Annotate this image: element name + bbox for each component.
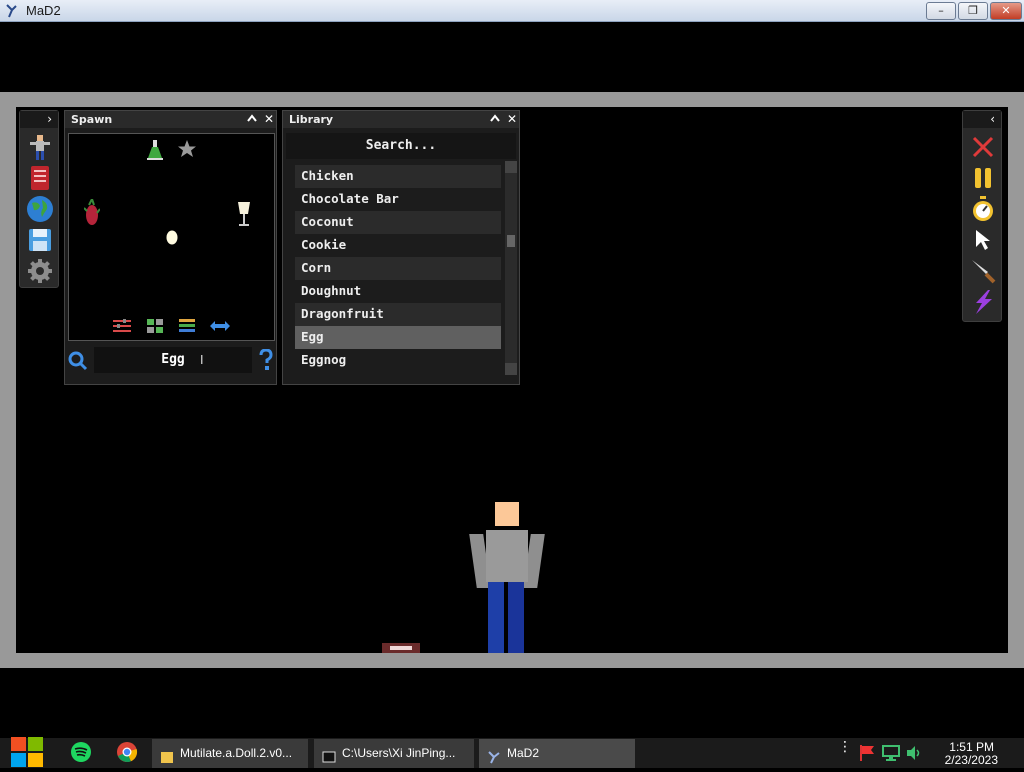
clock-date[interactable]: 2/23/2023 bbox=[930, 753, 998, 767]
star-icon[interactable] bbox=[177, 139, 197, 159]
left-tool-strip: › bbox=[19, 110, 59, 288]
clock-time[interactable]: 1:51 PM bbox=[930, 740, 994, 754]
list-item[interactable]: Eggnog bbox=[295, 349, 501, 372]
list-item[interactable]: Doughnut bbox=[295, 280, 501, 303]
dragonfruit-icon[interactable] bbox=[83, 198, 101, 228]
book-icon[interactable] bbox=[26, 164, 54, 192]
left-strip-toggle[interactable]: › bbox=[20, 111, 58, 128]
library-scrollbar[interactable] bbox=[505, 161, 517, 375]
library-search-input[interactable]: Search... bbox=[286, 133, 516, 159]
flask-icon[interactable] bbox=[146, 139, 164, 161]
volume-icon[interactable] bbox=[905, 744, 923, 762]
mad2-task-icon bbox=[487, 746, 501, 764]
selected-item-name[interactable]: Egg bbox=[94, 347, 252, 373]
help-icon[interactable] bbox=[258, 348, 274, 375]
right-strip-toggle[interactable]: ‹ bbox=[963, 111, 1001, 128]
task-mad2[interactable]: MaD2 bbox=[479, 739, 635, 768]
library-panel-title: Library bbox=[289, 113, 334, 126]
knife-icon[interactable] bbox=[969, 257, 997, 285]
sliders-icon[interactable] bbox=[113, 318, 131, 334]
scroll-up-arrow[interactable] bbox=[505, 161, 517, 173]
ragdoll-torso[interactable] bbox=[486, 530, 528, 582]
chocolate-bar-object[interactable] bbox=[382, 643, 420, 653]
list-item-selected[interactable]: Egg bbox=[295, 326, 501, 349]
chrome-icon[interactable] bbox=[116, 741, 138, 763]
library-panel-header[interactable]: Library ✕ bbox=[283, 111, 519, 128]
window-titlebar: MaD2 – ❐ ✕ bbox=[0, 0, 1024, 22]
ragdoll-head[interactable] bbox=[495, 502, 519, 526]
terminal-icon bbox=[322, 746, 336, 763]
globe-icon[interactable] bbox=[26, 195, 54, 223]
list-item[interactable]: Dragonfruit bbox=[295, 303, 501, 326]
task-terminal[interactable]: C:\Users\Xi JinPing... bbox=[314, 739, 474, 768]
ragdoll-left-leg[interactable] bbox=[488, 582, 504, 653]
stopwatch-icon[interactable] bbox=[969, 195, 997, 223]
minimize-button[interactable]: – bbox=[926, 2, 956, 20]
flag-icon[interactable] bbox=[858, 744, 876, 762]
spawn-collapse-icon[interactable] bbox=[244, 111, 260, 128]
network-icon[interactable] bbox=[882, 744, 900, 762]
library-collapse-icon[interactable] bbox=[487, 111, 503, 128]
list-item[interactable]: Corn bbox=[295, 257, 501, 280]
lightning-icon[interactable] bbox=[969, 288, 997, 316]
library-panel: Library ✕ Search... Chicken Chocolate Ba… bbox=[282, 110, 520, 385]
close-window-button[interactable]: ✕ bbox=[990, 2, 1022, 20]
spawn-panel-title: Spawn bbox=[71, 113, 113, 126]
task-folder[interactable]: Mutilate.a.Doll.2.v0... bbox=[152, 739, 308, 768]
gear-icon[interactable] bbox=[26, 257, 54, 285]
tray-overflow-icon[interactable]: ⋮ bbox=[838, 740, 852, 754]
ragdoll-right-leg[interactable] bbox=[508, 582, 524, 653]
folder-icon bbox=[160, 746, 174, 763]
swap-arrows-icon[interactable] bbox=[209, 318, 231, 334]
spotify-icon[interactable] bbox=[70, 741, 92, 763]
spawn-name-bar: Egg I bbox=[68, 347, 275, 377]
cursor-icon[interactable] bbox=[969, 226, 997, 254]
list-item[interactable]: Chicken bbox=[295, 165, 501, 188]
magnifier-icon[interactable] bbox=[68, 351, 88, 375]
egg-icon[interactable] bbox=[165, 228, 179, 246]
spawn-panel: Spawn ✕ Egg I bbox=[64, 110, 277, 385]
scroll-down-arrow[interactable] bbox=[505, 363, 517, 375]
mad2-app-icon bbox=[4, 3, 18, 19]
list-item[interactable]: Cookie bbox=[295, 234, 501, 257]
stack-icon[interactable] bbox=[178, 318, 196, 334]
spawn-preview[interactable] bbox=[68, 133, 275, 341]
eggnog-glass-icon[interactable] bbox=[237, 200, 251, 228]
grid-icon[interactable] bbox=[146, 318, 164, 334]
maximize-button[interactable]: ❐ bbox=[958, 2, 988, 20]
spawn-panel-header[interactable]: Spawn ✕ bbox=[65, 111, 276, 128]
list-item[interactable]: Chocolate Bar bbox=[295, 188, 501, 211]
windows-start-icon[interactable] bbox=[10, 736, 44, 768]
scrollbar-thumb[interactable] bbox=[507, 235, 515, 247]
list-item[interactable]: Coconut bbox=[295, 211, 501, 234]
floppy-disk-icon[interactable] bbox=[26, 226, 54, 254]
spawn-close-button[interactable]: ✕ bbox=[261, 111, 277, 128]
library-close-button[interactable]: ✕ bbox=[504, 111, 520, 128]
window-title: MaD2 bbox=[26, 3, 61, 18]
library-list: Chicken Chocolate Bar Coconut Cookie Cor… bbox=[295, 165, 501, 377]
right-tool-strip: ‹ bbox=[962, 110, 1002, 322]
pause-icon[interactable] bbox=[969, 164, 997, 192]
text-cursor-icon: I bbox=[200, 353, 204, 367]
close-x-icon[interactable] bbox=[969, 133, 997, 161]
ragdoll-icon[interactable] bbox=[26, 133, 54, 161]
